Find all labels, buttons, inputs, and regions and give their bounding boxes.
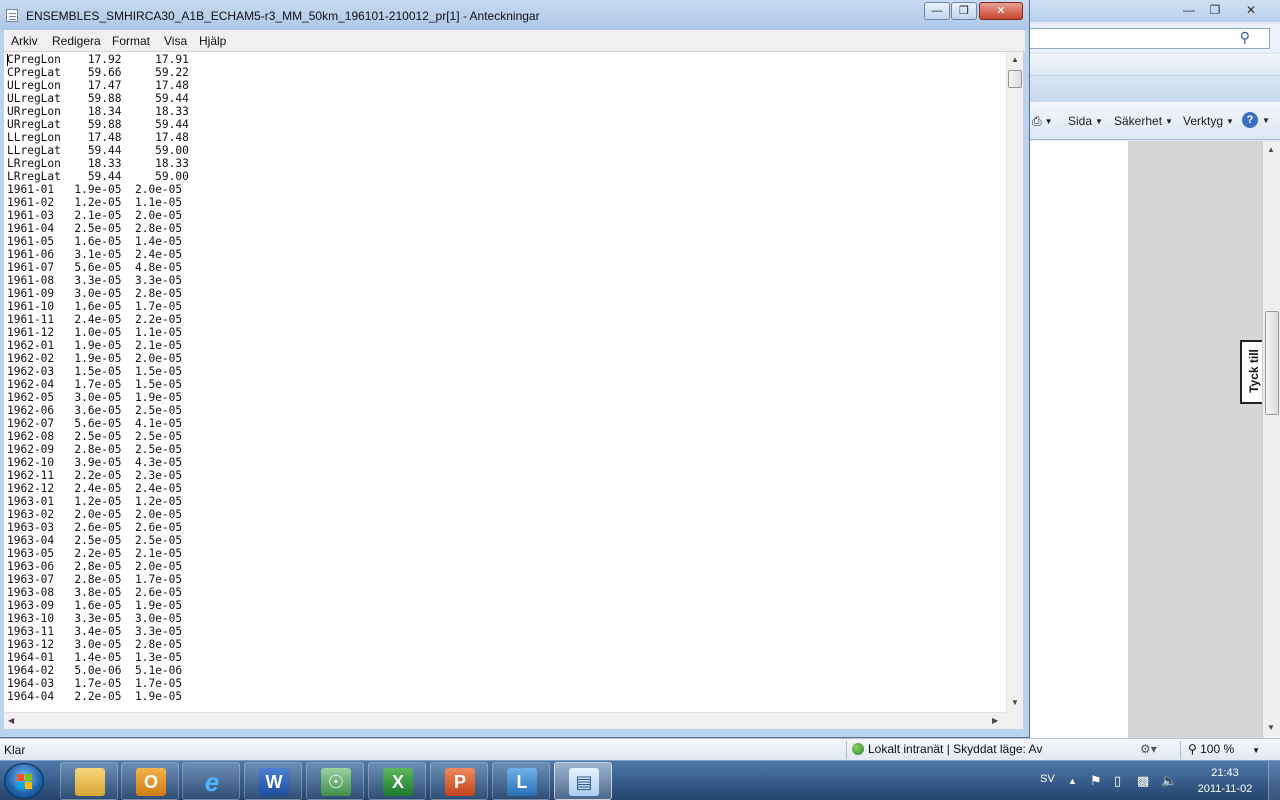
taskbar-word[interactable]: W (244, 762, 302, 800)
text-caret (7, 54, 8, 66)
zoom-icon: ⚲ (1188, 742, 1201, 756)
page-menu[interactable]: Sida ▼ (1068, 114, 1103, 128)
action-center-flag-icon[interactable]: ⚑ (1090, 773, 1102, 789)
window-title: ENSEMBLES_SMHIRCA30_A1B_ECHAM5-r3_MM_50k… (26, 9, 540, 23)
network-signal-icon[interactable]: ▩ (1137, 773, 1149, 789)
text-editor[interactable]: CPregLon 17.92 17.91 CPregLat 59.66 59.2… (4, 52, 1006, 712)
taskbar-explorer[interactable] (60, 762, 118, 800)
browser-titlebar: — ❐ ✕ (1030, 0, 1280, 22)
taskbar-lync[interactable]: L (492, 762, 550, 800)
print-icon[interactable]: ⎙ ▼ (1032, 114, 1053, 129)
browser-status-bar: Klar Lokalt intranät | Skyddat läge: Av … (0, 738, 1280, 760)
notepad-icon (6, 9, 18, 22)
document-text[interactable]: CPregLon 17.92 17.91 CPregLat 59.66 59.2… (7, 53, 189, 703)
battery-icon[interactable]: ▯ (1114, 773, 1121, 789)
excel-icon: X (383, 768, 413, 796)
browser-search-box[interactable] (1030, 28, 1270, 49)
feedback-tab[interactable]: Tyck till (1240, 340, 1262, 404)
notepad-titlebar[interactable]: ENSEMBLES_SMHIRCA30_A1B_ECHAM5-r3_MM_50k… (0, 0, 1029, 30)
clock-date: 2011-11-02 (1197, 783, 1253, 795)
show-hidden-icons-icon[interactable]: ▲ (1068, 776, 1077, 786)
lync-icon: L (507, 768, 537, 796)
start-button[interactable] (4, 763, 44, 799)
scroll-up-icon[interactable]: ▲ (1267, 145, 1275, 154)
folder-icon (75, 768, 105, 796)
resize-grip[interactable] (1006, 712, 1023, 729)
notepad-window: ENSEMBLES_SMHIRCA30_A1B_ECHAM5-r3_MM_50k… (0, 0, 1030, 738)
browser-tab-strip (1030, 76, 1280, 102)
outlook-icon: O (136, 768, 166, 796)
browser-close-button[interactable]: ✕ (1240, 2, 1262, 18)
horizontal-scrollbar[interactable]: ◀ ▶ (4, 712, 1006, 729)
browser-minimize-button[interactable]: — (1178, 2, 1200, 18)
scroll-down-icon[interactable]: ▼ (1267, 723, 1275, 732)
search-icon[interactable]: ⚲ (1240, 29, 1250, 46)
browser-address-bar: ⚲ (1030, 24, 1280, 52)
menu-edit[interactable]: Redigera (52, 34, 101, 48)
maximize-button[interactable]: ❐ (951, 2, 977, 20)
intranet-zone-icon (852, 743, 864, 755)
status-divider (846, 741, 847, 759)
menu-help[interactable]: Hjälp (199, 34, 226, 48)
zoom-level[interactable]: ⚲ 100 % ▼ (1188, 742, 1260, 756)
word-icon: W (259, 768, 289, 796)
show-desktop-button[interactable] (1268, 761, 1280, 800)
menu-format[interactable]: Format (112, 34, 150, 48)
browser-page-content (1030, 141, 1128, 738)
notepad-icon: ▤ (569, 768, 599, 796)
language-indicator[interactable]: SV (1040, 773, 1055, 785)
lock-icon: ☉ (321, 768, 351, 796)
browser-page-margin (1128, 141, 1262, 738)
clock-time: 21:43 (1211, 767, 1239, 779)
powerpoint-icon: P (445, 768, 475, 796)
help-dropdown-icon[interactable]: ▼ (1262, 116, 1270, 125)
menu-file[interactable]: Arkiv (11, 34, 38, 48)
scroll-left-icon[interactable]: ◀ (8, 716, 14, 725)
close-button[interactable]: ✕ (979, 2, 1023, 20)
safety-menu[interactable]: Säkerhet ▼ (1114, 114, 1173, 128)
status-text: Klar (4, 743, 26, 757)
menu-view[interactable]: Visa (164, 34, 187, 48)
taskbar: O e W ☉ X P L ▤ SV ▲ ⚑ ▯ ▩ 🔈 21:43 2011-… (0, 760, 1280, 800)
zoom-dropdown-icon[interactable]: ▼ (1252, 746, 1260, 755)
taskbar-outlook[interactable]: O (121, 762, 179, 800)
popup-blocker-icon[interactable]: ⚙▾ (1140, 742, 1157, 756)
status-divider (1180, 741, 1181, 759)
vertical-scrollbar[interactable]: ▲ ▼ (1006, 52, 1023, 712)
taskbar-notepad[interactable]: ▤ (554, 762, 612, 800)
minimize-button[interactable]: — (924, 2, 950, 20)
scroll-up-icon[interactable]: ▲ (1011, 55, 1019, 64)
taskbar-security-app[interactable]: ☉ (306, 762, 364, 800)
taskbar-internet-explorer[interactable]: e (182, 762, 240, 800)
taskbar-powerpoint[interactable]: P (430, 762, 488, 800)
help-icon[interactable]: ? (1242, 112, 1258, 128)
security-zone[interactable]: Lokalt intranät | Skyddat läge: Av (852, 742, 1042, 756)
browser-maximize-button[interactable]: ❐ (1204, 2, 1226, 18)
vertical-scrollbar-thumb[interactable] (1008, 70, 1022, 88)
internet-explorer-icon: e (204, 767, 220, 797)
tools-menu[interactable]: Verktyg ▼ (1183, 114, 1234, 128)
scroll-down-icon[interactable]: ▼ (1011, 698, 1019, 707)
volume-icon[interactable]: 🔈 (1161, 773, 1177, 789)
browser-scrollbar-thumb[interactable] (1265, 311, 1279, 415)
windows-logo-icon (17, 774, 33, 790)
taskbar-excel[interactable]: X (368, 762, 426, 800)
browser-scrollbar[interactable]: ▲ ▼ (1262, 141, 1280, 738)
scroll-right-icon[interactable]: ▶ (992, 716, 998, 725)
browser-favorites-bar (1030, 54, 1280, 76)
clock[interactable]: 21:43 2011-11-02 (1194, 765, 1256, 797)
menu-bar: Arkiv Redigera Format Visa Hjälp (4, 30, 1025, 52)
